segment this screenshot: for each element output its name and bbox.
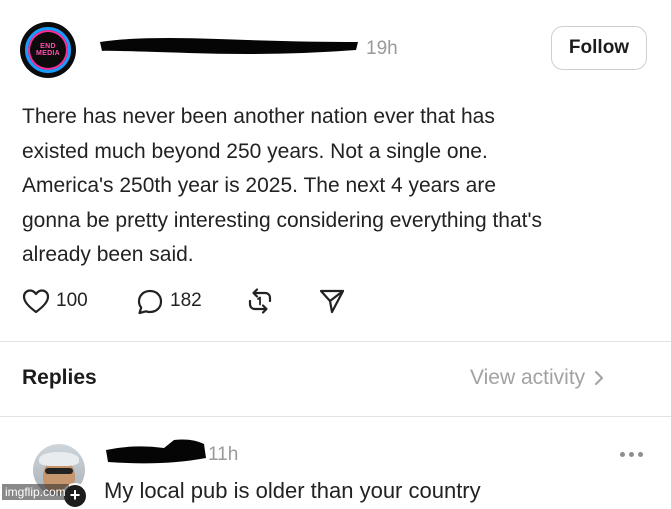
post-text-line: There has never been another nation ever… [22, 105, 495, 128]
more-options-icon[interactable] [620, 452, 644, 458]
chevron-right-icon [595, 371, 604, 385]
like-button[interactable]: 100 [22, 287, 88, 315]
logo-text: END MEDIA [35, 43, 61, 57]
post-text-line: gonna be pretty interesting considering … [22, 208, 542, 232]
follow-button[interactable]: Follow [551, 26, 647, 70]
reply-text: My local pub is older than your country [104, 478, 481, 503]
post-text-line: existed much beyond 250 years. Not a sin… [22, 139, 488, 163]
view-activity-label: View activity [470, 366, 586, 389]
like-count: 100 [56, 290, 88, 311]
post-text: There has never been another nation ever… [22, 100, 652, 273]
redacted-username [100, 38, 358, 54]
imgflip-watermark: imgflip.com [2, 484, 69, 500]
redacted-reply-username [106, 439, 206, 464]
replies-heading: Replies [22, 366, 97, 389]
repost-icon[interactable] [245, 287, 275, 315]
comment-icon [137, 289, 163, 314]
end-media-logo: END MEDIA [25, 27, 71, 73]
view-activity-link[interactable]: View activity [470, 366, 605, 390]
share-icon[interactable] [318, 287, 346, 315]
reply-time: 11h [208, 444, 239, 465]
avatar-hat [39, 452, 79, 466]
comment-button[interactable]: 182 [136, 287, 202, 315]
avatar-glasses [45, 468, 73, 474]
heart-icon [22, 289, 50, 314]
divider [0, 416, 671, 417]
author-avatar[interactable]: END MEDIA [20, 22, 76, 78]
divider [0, 341, 671, 342]
post-time: 19h [366, 38, 398, 59]
post-text-line: America's 250th year is 2025. The next 4… [22, 174, 497, 197]
post-text-line: already been said. [22, 243, 194, 266]
comment-count: 182 [170, 290, 202, 311]
